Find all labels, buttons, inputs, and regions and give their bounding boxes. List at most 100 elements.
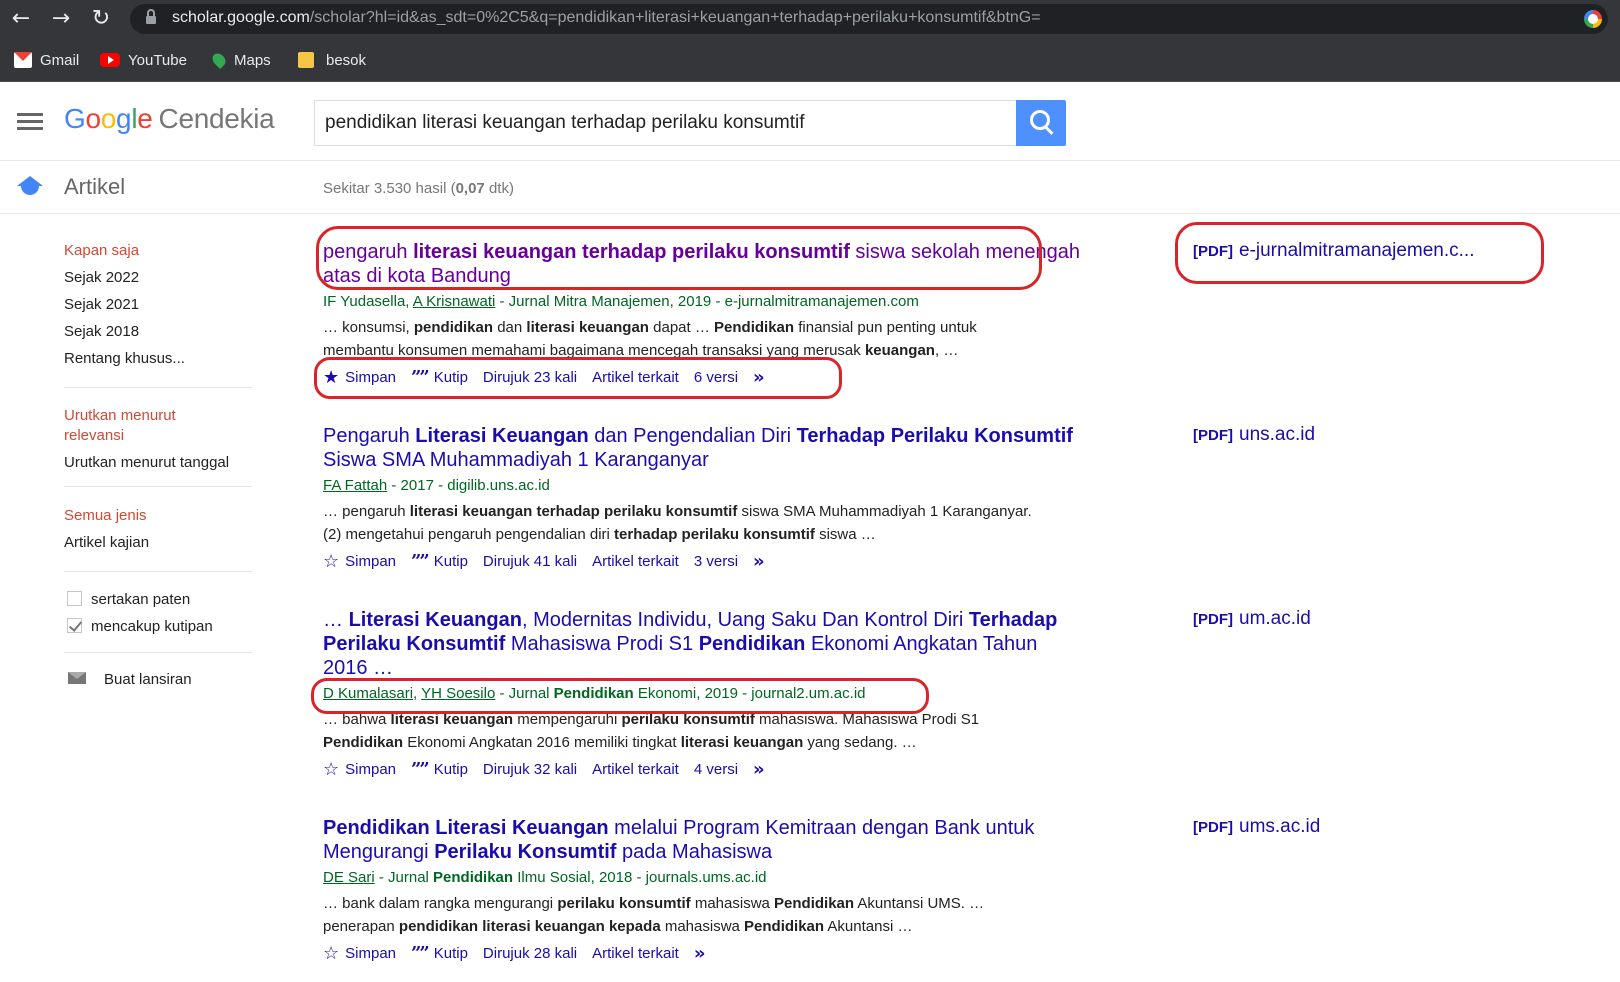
forward-arrow-icon[interactable]: →: [48, 6, 74, 32]
result-snippet: … bank dalam rangka mengurangi perilaku …: [323, 895, 985, 935]
more-chevron-icon[interactable]: »: [694, 943, 706, 964]
versions-link[interactable]: 4 versi: [694, 761, 738, 778]
save-button[interactable]: ☆ Simpan: [323, 943, 396, 964]
filter-time-any[interactable]: Kapan saja: [64, 242, 139, 259]
bookmarks-bar: Gmail YouTube Maps besok: [0, 38, 1620, 82]
star-outline-icon: ☆: [323, 550, 340, 572]
youtube-icon: [100, 53, 120, 67]
author-link[interactable]: FA Fattah: [323, 477, 387, 494]
result-title-link[interactable]: … Literasi Keuangan, Modernitas Individu…: [323, 608, 1083, 680]
checkbox-icon[interactable]: [67, 591, 82, 606]
envelope-icon: [68, 672, 86, 684]
bookmark-maps[interactable]: Maps: [209, 50, 271, 70]
quote-icon: ””: [411, 942, 430, 964]
bookmark-gmail[interactable]: Gmail: [14, 50, 79, 70]
more-chevron-icon[interactable]: »: [753, 551, 765, 572]
bookmark-label: Maps: [234, 51, 271, 69]
gmail-icon: [14, 52, 32, 68]
versions-link[interactable]: 3 versi: [694, 553, 738, 570]
cite-button[interactable]: ”” Kutip: [411, 759, 468, 780]
search-result: Pendidikan Literasi Keuangan melalui Pro…: [323, 816, 1083, 964]
include-patents-checkbox[interactable]: sertakan paten: [67, 591, 190, 608]
result-meta: IF Yudasella, A Krisnawati - Jurnal Mitr…: [323, 293, 919, 310]
bookmark-youtube[interactable]: YouTube: [100, 50, 187, 70]
url-text[interactable]: scholar.google.com/scholar?hl=id&as_sdt=…: [172, 9, 1041, 27]
author-name: IF Yudasella: [323, 293, 406, 310]
filter-custom-range[interactable]: Rentang khusus...: [64, 350, 185, 367]
checkbox-checked-icon[interactable]: [67, 618, 82, 633]
divider: [64, 571, 252, 572]
star-outline-icon: ☆: [323, 758, 340, 780]
bookmark-label: Gmail: [40, 51, 80, 69]
search-result: Pengaruh Literasi Keuangan dan Pengendal…: [323, 424, 1083, 572]
sort-date[interactable]: Urutkan menurut tanggal: [64, 454, 229, 471]
filter-since-2021[interactable]: Sejak 2021: [64, 296, 139, 313]
result-meta: FA Fattah - 2017 - digilib.uns.ac.id: [323, 477, 550, 494]
browser-toolbar: ← → ↻ scholar.google.com/scholar?hl=id&a…: [0, 0, 1620, 38]
cited-by-link[interactable]: Dirujuk 32 kali: [483, 761, 577, 778]
result-actions: ☆ Simpan ”” Kutip Dirujuk 32 kali Artikel …: [323, 758, 1083, 780]
bookmark-label: YouTube: [128, 51, 187, 69]
divider: [64, 387, 252, 388]
more-chevron-icon[interactable]: »: [753, 759, 765, 780]
cited-by-link[interactable]: Dirujuk 41 kali: [483, 553, 577, 570]
pdf-link[interactable]: [PDF] ums.ac.id: [1193, 816, 1320, 838]
back-arrow-icon[interactable]: ←: [8, 6, 34, 32]
search-input[interactable]: pendidikan literasi keuangan terhadap pe…: [314, 100, 1016, 146]
result-title-link[interactable]: Pengaruh Literasi Keuangan dan Pengendal…: [323, 424, 1083, 472]
lock-icon: [146, 9, 156, 25]
result-snippet: … konsumsi, pendidikan dan literasi keua…: [323, 319, 977, 359]
pdf-link[interactable]: [PDF] uns.ac.id: [1193, 424, 1315, 446]
save-button[interactable]: ☆ Simpan: [323, 551, 396, 572]
divider: [64, 652, 252, 653]
pdf-link[interactable]: [PDF] um.ac.id: [1193, 608, 1311, 630]
result-snippet: … pengaruh literasi keuangan terhadap pe…: [323, 503, 1032, 543]
annotation-oval-pdf: [1175, 222, 1544, 284]
url-path: /scholar?hl=id&as_sdt=0%2C5&q=pendidikan…: [309, 9, 1041, 26]
cite-button[interactable]: ”” Kutip: [411, 551, 468, 572]
result-snippet: … bahwa literasi keuangan mempengaruhi p…: [323, 711, 980, 751]
filter-review-articles[interactable]: Artikel kajian: [64, 534, 149, 551]
annotation-oval-authors: [311, 678, 929, 714]
graduation-cap-icon: [17, 176, 43, 198]
quote-icon: ””: [411, 550, 430, 572]
filter-since-2018[interactable]: Sejak 2018: [64, 323, 139, 340]
folder-icon: [298, 52, 314, 68]
filter-since-2022[interactable]: Sejak 2022: [64, 269, 139, 286]
related-articles-link[interactable]: Artikel terkait: [592, 945, 679, 962]
menu-icon[interactable]: [17, 113, 43, 133]
maps-pin-icon: [209, 50, 229, 70]
create-alert-link[interactable]: Buat lansiran: [68, 671, 192, 688]
google-account-icon[interactable]: [1584, 10, 1602, 28]
filter-all-types[interactable]: Semua jenis: [64, 507, 147, 524]
author-link[interactable]: A Krisnawati: [413, 293, 496, 310]
author-link[interactable]: DE Sari: [323, 869, 375, 886]
url-host: scholar.google.com: [172, 9, 310, 26]
cite-button[interactable]: ”” Kutip: [411, 943, 468, 964]
bookmark-label: besok: [326, 51, 367, 69]
google-cendekia-logo[interactable]: Google Cendekia: [64, 103, 275, 135]
include-citations-checkbox[interactable]: mencakup kutipan: [67, 618, 213, 635]
quote-icon: ””: [411, 758, 430, 780]
result-meta: DE Sari - Jurnal Pendidikan Ilmu Sosial,…: [323, 869, 767, 886]
scholar-header: Google Cendekia pendidikan literasi keuan…: [0, 83, 1620, 161]
annotation-oval-actions: [314, 357, 842, 399]
star-outline-icon: ☆: [323, 942, 340, 964]
save-button[interactable]: ☆ Simpan: [323, 759, 396, 780]
result-count: Sekitar 3.530 hasil (0,07 dtk): [323, 180, 514, 197]
related-articles-link[interactable]: Artikel terkait: [592, 553, 679, 570]
reload-icon[interactable]: ↻: [88, 6, 114, 32]
address-bar[interactable]: scholar.google.com/scholar?hl=id&as_sdt=…: [130, 4, 1608, 34]
subheader: Artikel Sekitar 3.530 hasil (0,07 dtk): [0, 162, 1620, 214]
section-title: Artikel: [64, 174, 126, 199]
annotation-oval-title: [316, 226, 1042, 290]
divider: [64, 486, 252, 487]
result-actions: ☆ Simpan ”” Kutip Dirujuk 41 kali Artikel …: [323, 550, 1083, 572]
bookmark-besok[interactable]: besok: [298, 50, 366, 70]
cited-by-link[interactable]: Dirujuk 28 kali: [483, 945, 577, 962]
result-title-link[interactable]: Pendidikan Literasi Keuangan melalui Pro…: [323, 816, 1083, 864]
search-button[interactable]: [1016, 100, 1066, 146]
related-articles-link[interactable]: Artikel terkait: [592, 761, 679, 778]
sort-relevance[interactable]: Urutkan menurut relevansi: [64, 406, 194, 446]
result-actions: ☆ Simpan ”” Kutip Dirujuk 28 kali Artikel …: [323, 942, 1083, 964]
